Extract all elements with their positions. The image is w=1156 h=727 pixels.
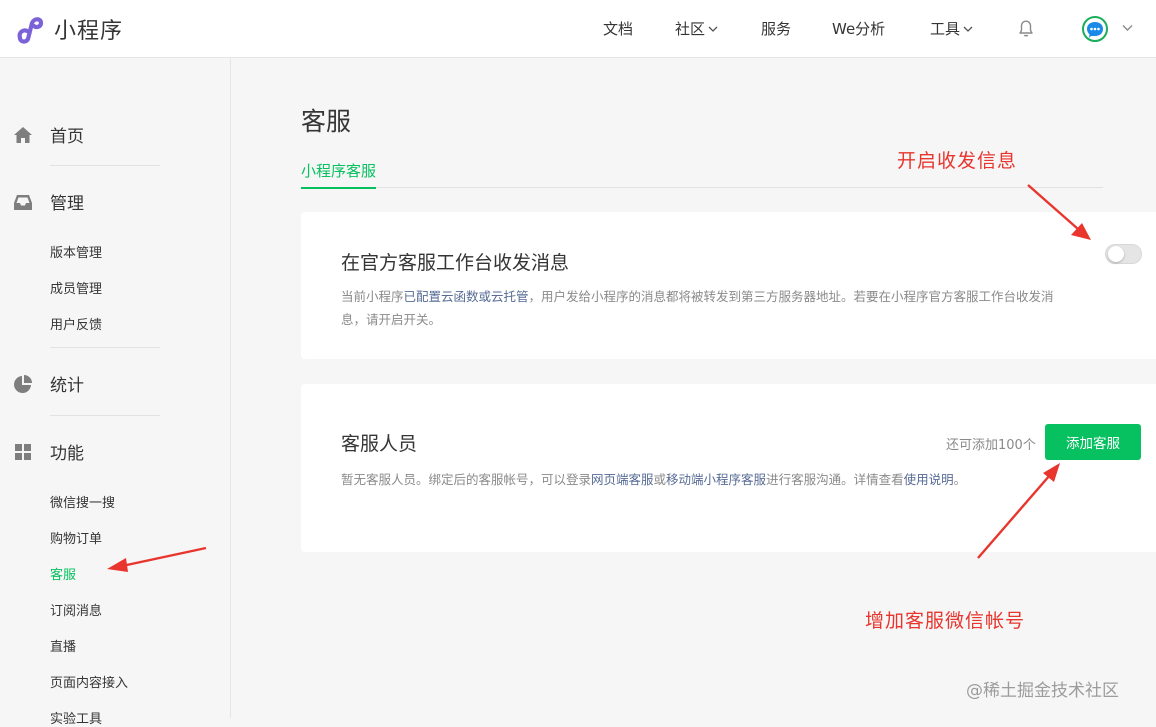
mobile-customer-service-link[interactable]: 移动端小程序客服	[666, 472, 766, 487]
nav-services-label: 服务	[761, 20, 792, 38]
sidebar-item-live[interactable]: 直播	[50, 636, 76, 655]
sidebar-item-version-management[interactable]: 版本管理	[50, 242, 102, 261]
description-text: 。	[953, 472, 967, 487]
staff-section-title: 客服人员	[341, 433, 418, 455]
usage-instructions-link[interactable]: 使用说明	[904, 472, 954, 487]
sidebar-divider	[50, 415, 160, 416]
annotation-enable-messaging: 开启收发信息	[897, 150, 1018, 172]
message-forwarding-toggle[interactable]	[1105, 244, 1142, 264]
sidebar-section-features[interactable]: 功能	[12, 439, 84, 464]
sidebar-item-page-content-access[interactable]: 页面内容接入	[50, 672, 128, 691]
staff-description: 暂无客服人员。绑定后的客服帐号，可以登录网页端客服或移动端小程序客服进行客服沟通…	[341, 468, 1141, 491]
web-customer-service-link[interactable]: 网页端客服	[591, 472, 654, 487]
sidebar-item-user-feedback[interactable]: 用户反馈	[50, 314, 102, 333]
chat-avatar-icon[interactable]	[1082, 16, 1108, 42]
nav-docs[interactable]: 文档	[603, 18, 633, 39]
description-text: 息，请开启开关。	[341, 312, 442, 327]
toggle-knob	[1108, 246, 1124, 262]
message-forwarding-card: 在官方客服工作台收发消息 当前小程序已配置云函数或云托管，用户发给小程序的消息都…	[301, 212, 1156, 359]
sidebar-item-member-management[interactable]: 成员管理	[50, 278, 102, 297]
sidebar-section-label: 管理	[50, 194, 84, 214]
nav-community[interactable]: 社区	[675, 18, 718, 39]
customer-service-staff-card: 客服人员 还可添加100个 添加客服 暂无客服人员。绑定后的客服帐号，可以登录网…	[301, 384, 1156, 552]
sidebar-section-statistics[interactable]: 统计	[12, 371, 84, 396]
description-text: 进行客服沟通。详情查看	[766, 472, 904, 487]
nav-we-analysis[interactable]: We分析	[832, 18, 885, 39]
nav-community-label: 社区	[675, 20, 706, 38]
nav-we-analysis-label: We分析	[832, 20, 886, 38]
sidebar-divider	[50, 165, 160, 166]
top-navigation-bar: 小程序 文档 社区 服务 We分析 工具	[0, 0, 1156, 58]
sidebar-divider	[50, 347, 160, 348]
chevron-down-icon[interactable]	[1122, 22, 1133, 33]
inbox-icon	[14, 194, 32, 210]
app-name[interactable]: 小程序	[54, 13, 123, 45]
mini-program-logo-icon[interactable]	[14, 12, 46, 44]
tabs-underline	[301, 187, 1103, 188]
page-title: 客服	[301, 107, 352, 136]
nav-tools-label: 工具	[930, 20, 961, 38]
watermark: @稀土掘金技术社区	[966, 681, 1119, 701]
description-text: 当前小程序	[341, 289, 404, 304]
remaining-slots-text: 还可添加100个	[946, 438, 1036, 453]
sidebar-item-wechat-search[interactable]: 微信搜一搜	[50, 492, 115, 511]
sidebar-section-label: 统计	[50, 376, 84, 396]
chevron-down-icon	[708, 26, 718, 32]
sidebar: 首页 管理 版本管理 成员管理 用户反馈 统计 功能 微信搜一搜 购物订单 客服…	[0, 58, 231, 727]
sidebar-section-label: 首页	[50, 127, 84, 147]
sidebar-section-label: 功能	[50, 444, 84, 464]
chevron-down-icon	[963, 26, 973, 32]
nav-services[interactable]: 服务	[761, 18, 791, 39]
description-text: ，用户发给小程序的消息都将被转发到第三方服务器地址。若要在小程序官方客服工作台收…	[528, 289, 1054, 304]
description-text: 或	[653, 472, 667, 487]
grid-icon	[15, 443, 31, 460]
nav-tools[interactable]: 工具	[930, 18, 973, 39]
sidebar-item-subscription-messages[interactable]: 订阅消息	[50, 600, 102, 619]
home-icon	[14, 126, 32, 143]
annotation-add-staff-account: 增加客服微信帐号	[865, 610, 1026, 632]
message-forwarding-title: 在官方客服工作台收发消息	[341, 252, 570, 274]
sidebar-section-manage[interactable]: 管理	[12, 189, 84, 214]
sidebar-section-home[interactable]: 首页	[12, 122, 84, 147]
cloud-function-link[interactable]: 已配置云函数或云托管	[404, 289, 529, 304]
sidebar-item-shopping-orders[interactable]: 购物订单	[50, 528, 102, 547]
bell-icon[interactable]	[1016, 18, 1036, 38]
description-text: 暂无客服人员。绑定后的客服帐号，可以登录	[341, 472, 592, 487]
sidebar-item-customer-service[interactable]: 客服	[50, 564, 76, 583]
add-customer-service-button[interactable]: 添加客服	[1045, 424, 1141, 460]
tab-mini-program-customer-service[interactable]: 小程序客服	[301, 160, 377, 189]
nav-docs-label: 文档	[603, 20, 634, 38]
message-forwarding-description: 当前小程序已配置云函数或云托管，用户发给小程序的消息都将被转发到第三方服务器地址…	[341, 285, 1141, 331]
pie-chart-icon	[14, 374, 32, 393]
